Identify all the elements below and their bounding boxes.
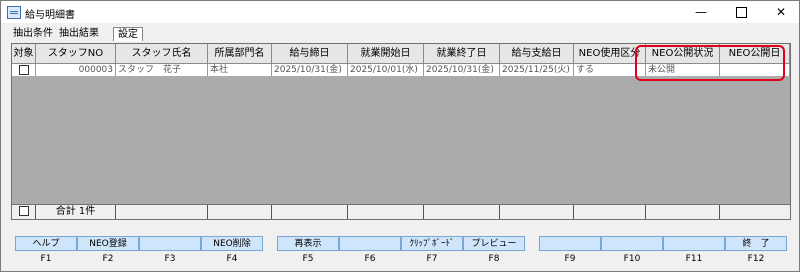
fkey-label: F10 [623, 254, 641, 264]
fkey-label: F3 [164, 254, 176, 264]
title-bar: 給与明細書 — ✕ [1, 1, 799, 23]
refresh-button[interactable]: 再表示 [277, 236, 339, 251]
tab-extract-conditions[interactable]: 抽出条件 [13, 27, 53, 41]
col-header-pay-date[interactable]: 給与支給日 [500, 44, 574, 64]
fkey-label: F6 [364, 254, 376, 264]
clipboard-button[interactable]: ｸﾘｯﾌﾟﾎﾞｰﾄﾞ [401, 236, 463, 251]
f11-button[interactable] [663, 236, 725, 251]
fkey-label: F5 [302, 254, 314, 264]
total-label: 合計 [55, 206, 76, 217]
maximize-button[interactable] [721, 1, 761, 23]
fkey-label: F1 [40, 254, 52, 264]
preview-button[interactable]: プレビュー [463, 236, 525, 251]
total-cell [720, 205, 790, 219]
total-cell [574, 205, 646, 219]
f9-button[interactable] [539, 236, 601, 251]
neo-delete-button[interactable]: NEO削除 [201, 236, 263, 251]
row-checkbox-cell[interactable] [12, 64, 36, 76]
tab-extract-results[interactable]: 抽出結果 [59, 27, 99, 41]
maximize-icon [735, 7, 747, 18]
fkey-label: F8 [488, 254, 500, 264]
total-cell [646, 205, 720, 219]
cell-staff-no: 000003 [36, 64, 116, 76]
total-cell [208, 205, 272, 219]
f10-button[interactable] [601, 236, 663, 251]
total-cell [272, 205, 348, 219]
total-cell [116, 205, 208, 219]
app-window: 給与明細書 — ✕ 抽出条件 抽出結果 設定 対象 スタッフNO スタッフ氏名 … [0, 0, 800, 272]
f3-button[interactable] [139, 236, 201, 251]
help-button[interactable]: ヘルプ [15, 236, 77, 251]
minimize-button[interactable]: — [681, 1, 721, 23]
total-cell [348, 205, 424, 219]
col-header-work-end[interactable]: 就業終了日 [424, 44, 500, 64]
close-button[interactable]: ✕ [761, 1, 800, 23]
exit-button[interactable]: 終 了 [725, 236, 787, 251]
cell-pay-date: 2025/11/25(火) [500, 64, 574, 76]
fkey-label: F7 [426, 254, 438, 264]
cell-work-start: 2025/10/01(水) [348, 64, 424, 76]
total-label-cell: 合計 1件 [36, 205, 116, 219]
neo-columns-highlight [635, 45, 785, 81]
col-header-target[interactable]: 対象 [12, 44, 36, 64]
fkey-label: F9 [564, 254, 576, 264]
tab-settings[interactable]: 設定 [113, 27, 143, 41]
col-header-pay-cutoff[interactable]: 給与締日 [272, 44, 348, 64]
col-header-department[interactable]: 所属部門名 [208, 44, 272, 64]
cell-work-end: 2025/10/31(金) [424, 64, 500, 76]
cell-pay-cutoff: 2025/10/31(金) [272, 64, 348, 76]
document-icon [7, 6, 21, 19]
cell-staff-name: スタッフ 花子 [116, 64, 208, 76]
fkey-label: F12 [747, 254, 765, 264]
total-cell [500, 205, 574, 219]
col-header-staff-name[interactable]: スタッフ氏名 [116, 44, 208, 64]
total-cell [424, 205, 500, 219]
cell-department: 本社 [208, 64, 272, 76]
function-key-bar: ヘルプ NEO登録 NEO削除 再表示 ｸﾘｯﾌﾟﾎﾞｰﾄﾞ プレビュー 終 了… [15, 236, 787, 268]
fkey-label: F4 [226, 254, 238, 264]
select-all-checkbox[interactable] [18, 206, 29, 216]
row-checkbox[interactable] [18, 64, 29, 75]
select-all-cell[interactable] [12, 205, 36, 219]
total-count: 1件 [78, 206, 96, 217]
window-title: 給与明細書 [25, 10, 75, 21]
col-header-work-start[interactable]: 就業開始日 [348, 44, 424, 64]
col-header-staff-no[interactable]: スタッフNO [36, 44, 116, 64]
f6-button[interactable] [339, 236, 401, 251]
fkey-label: F11 [685, 254, 703, 264]
neo-register-button[interactable]: NEO登録 [77, 236, 139, 251]
total-row: 合計 1件 [12, 204, 790, 219]
fkey-label: F2 [102, 254, 114, 264]
